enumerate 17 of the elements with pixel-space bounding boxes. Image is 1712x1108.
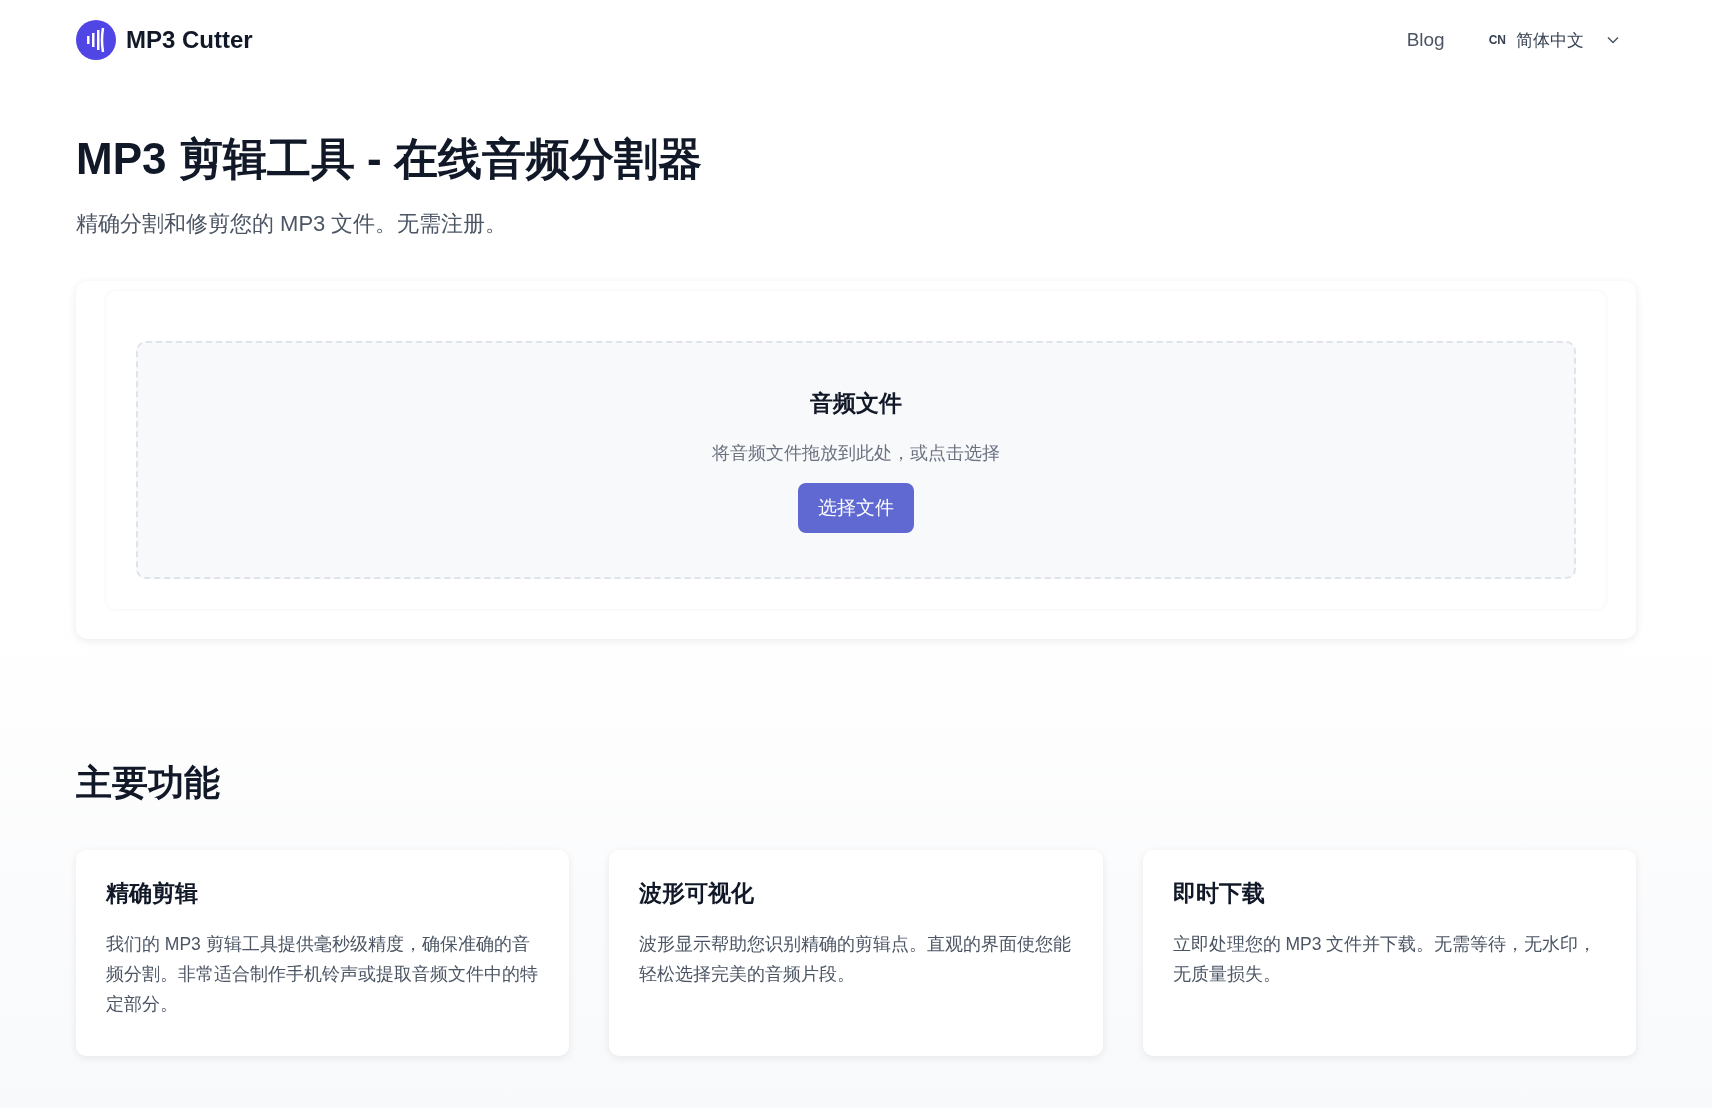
- section-heading: 主要功能: [76, 761, 221, 805]
- drop-zone-title: 音频文件: [810, 388, 902, 418]
- drop-zone[interactable]: 音频文件 将音频文件拖放到此处，或点击选择 选择文件: [136, 341, 1576, 579]
- feature-description: 立即处理您的 MP3 文件并下载。无需等待，无水印，无质量损失。: [1172, 933, 1598, 986]
- waveform-logo-icon: [76, 20, 116, 60]
- drop-zone-hint: 将音频文件拖放到此处，或点击选择: [712, 441, 1000, 465]
- feature-description: 我们的 MP3 剪辑工具提供毫秒级精度，确保准确的音频分割。非常适合制作手机铃声或提取音频文件中的特定部分。: [106, 933, 539, 1016]
- feature-title: 精确剪辑: [106, 879, 199, 908]
- feature-description: 波形显示帮助您识别精确的剪辑点。直观的界面使您能轻松选择完美的音频片段。: [639, 933, 1073, 986]
- logo-text: MP3 Cutter: [126, 26, 253, 54]
- nav-link[interactable]: Blog: [1406, 29, 1445, 51]
- page-subtitle: 精确分割和修剪您的 MP3 文件。无需注册。: [76, 210, 509, 238]
- feature-title: 波形可视化: [639, 879, 756, 908]
- feature-title: 即时下载: [1172, 879, 1266, 908]
- choose-file-button[interactable]: 选择文件: [798, 482, 914, 533]
- page-title: MP3 剪辑工具 - 在线音频分割器: [76, 133, 703, 185]
- language-selector[interactable]: CN 简体中文: [1488, 28, 1620, 52]
